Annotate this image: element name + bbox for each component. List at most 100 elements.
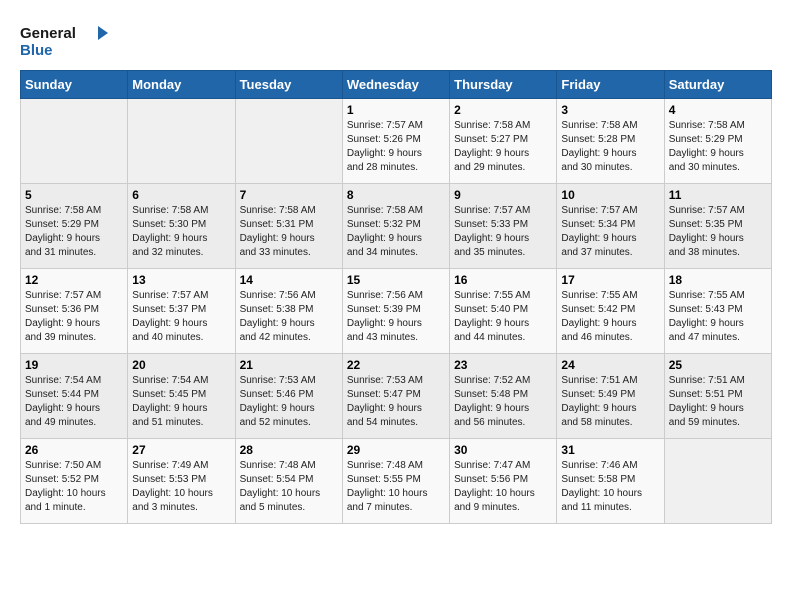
day-number: 6 <box>132 188 230 202</box>
day-number: 23 <box>454 358 552 372</box>
day-number: 12 <box>25 273 123 287</box>
day-cell <box>21 99 128 184</box>
day-cell <box>128 99 235 184</box>
day-cell: 6 Sunrise: 7:58 AMSunset: 5:30 PMDaylight… <box>128 184 235 269</box>
day-info: Sunrise: 7:58 AMSunset: 5:30 PMDaylight:… <box>132 204 230 260</box>
day-number: 17 <box>561 273 659 287</box>
day-number: 16 <box>454 273 552 287</box>
day-cell <box>664 439 771 524</box>
day-cell: 17 Sunrise: 7:55 AMSunset: 5:42 PMDayligh… <box>557 269 664 354</box>
day-number: 24 <box>561 358 659 372</box>
day-number: 31 <box>561 443 659 457</box>
day-number: 26 <box>25 443 123 457</box>
day-cell: 30 Sunrise: 7:47 AMSunset: 5:56 PMDayligh… <box>450 439 557 524</box>
day-info: Sunrise: 7:54 AMSunset: 5:45 PMDaylight:… <box>132 374 230 430</box>
day-info: Sunrise: 7:53 AMSunset: 5:47 PMDaylight:… <box>347 374 445 430</box>
day-cell: 3 Sunrise: 7:58 AMSunset: 5:28 PMDaylight… <box>557 99 664 184</box>
page-header: General Blue <box>20 20 772 60</box>
day-cell: 26 Sunrise: 7:50 AMSunset: 5:52 PMDayligh… <box>21 439 128 524</box>
weekday-header-saturday: Saturday <box>664 71 771 99</box>
day-cell: 7 Sunrise: 7:58 AMSunset: 5:31 PMDaylight… <box>235 184 342 269</box>
day-info: Sunrise: 7:57 AMSunset: 5:26 PMDaylight:… <box>347 119 445 175</box>
day-number: 7 <box>240 188 338 202</box>
day-number: 10 <box>561 188 659 202</box>
logo-svg: General Blue <box>20 20 110 60</box>
day-cell: 8 Sunrise: 7:58 AMSunset: 5:32 PMDaylight… <box>342 184 449 269</box>
day-cell: 18Sunrise: 7:55 AMSunset: 5:43 PMDayligh… <box>664 269 771 354</box>
day-info: Sunrise: 7:57 AMSunset: 5:35 PMDaylight:… <box>669 204 767 260</box>
day-cell: 16Sunrise: 7:55 AMSunset: 5:40 PMDayligh… <box>450 269 557 354</box>
day-number: 30 <box>454 443 552 457</box>
week-row-3: 12 Sunrise: 7:57 AMSunset: 5:36 PMDayligh… <box>21 269 772 354</box>
day-info: Sunrise: 7:53 AMSunset: 5:46 PMDaylight:… <box>240 374 338 430</box>
weekday-header-row: SundayMondayTuesdayWednesdayThursdayFrid… <box>21 71 772 99</box>
day-cell: 13 Sunrise: 7:57 AMSunset: 5:37 PMDayligh… <box>128 269 235 354</box>
week-row-1: 1 Sunrise: 7:57 AMSunset: 5:26 PMDaylight… <box>21 99 772 184</box>
svg-text:Blue: Blue <box>20 42 53 59</box>
day-info: Sunrise: 7:58 AMSunset: 5:29 PMDaylight:… <box>669 119 767 175</box>
day-info: Sunrise: 7:57 AMSunset: 5:34 PMDaylight:… <box>561 204 659 260</box>
day-number: 14 <box>240 273 338 287</box>
day-number: 11 <box>669 188 767 202</box>
day-cell: 25Sunrise: 7:51 AMSunset: 5:51 PMDayligh… <box>664 354 771 439</box>
day-info: Sunrise: 7:58 AMSunset: 5:28 PMDaylight:… <box>561 119 659 175</box>
day-info: Sunrise: 7:58 AMSunset: 5:32 PMDaylight:… <box>347 204 445 260</box>
day-number: 18 <box>669 273 767 287</box>
day-cell: 29 Sunrise: 7:48 AMSunset: 5:55 PMDayligh… <box>342 439 449 524</box>
day-number: 3 <box>561 103 659 117</box>
day-cell: 12 Sunrise: 7:57 AMSunset: 5:36 PMDayligh… <box>21 269 128 354</box>
day-info: Sunrise: 7:48 AMSunset: 5:55 PMDaylight:… <box>347 459 445 515</box>
weekday-header-monday: Monday <box>128 71 235 99</box>
day-cell: 11 Sunrise: 7:57 AMSunset: 5:35 PMDayligh… <box>664 184 771 269</box>
day-cell: 2 Sunrise: 7:58 AMSunset: 5:27 PMDaylight… <box>450 99 557 184</box>
day-cell: 21 Sunrise: 7:53 AMSunset: 5:46 PMDayligh… <box>235 354 342 439</box>
week-row-4: 19Sunrise: 7:54 AMSunset: 5:44 PMDayligh… <box>21 354 772 439</box>
day-cell: 19Sunrise: 7:54 AMSunset: 5:44 PMDayligh… <box>21 354 128 439</box>
day-cell: 15Sunrise: 7:56 AMSunset: 5:39 PMDayligh… <box>342 269 449 354</box>
weekday-header-tuesday: Tuesday <box>235 71 342 99</box>
day-number: 20 <box>132 358 230 372</box>
logo-text: General Blue <box>20 20 110 60</box>
day-number: 22 <box>347 358 445 372</box>
day-number: 28 <box>240 443 338 457</box>
day-cell: 1 Sunrise: 7:57 AMSunset: 5:26 PMDaylight… <box>342 99 449 184</box>
day-number: 5 <box>25 188 123 202</box>
day-info: Sunrise: 7:56 AMSunset: 5:39 PMDaylight:… <box>347 289 445 345</box>
week-row-5: 26 Sunrise: 7:50 AMSunset: 5:52 PMDayligh… <box>21 439 772 524</box>
week-row-2: 5 Sunrise: 7:58 AMSunset: 5:29 PMDaylight… <box>21 184 772 269</box>
day-info: Sunrise: 7:57 AMSunset: 5:33 PMDaylight:… <box>454 204 552 260</box>
day-info: Sunrise: 7:51 AMSunset: 5:49 PMDaylight:… <box>561 374 659 430</box>
day-number: 2 <box>454 103 552 117</box>
weekday-header-friday: Friday <box>557 71 664 99</box>
day-cell: 27Sunrise: 7:49 AMSunset: 5:53 PMDayligh… <box>128 439 235 524</box>
day-cell: 28 Sunrise: 7:48 AMSunset: 5:54 PMDayligh… <box>235 439 342 524</box>
day-info: Sunrise: 7:58 AMSunset: 5:27 PMDaylight:… <box>454 119 552 175</box>
day-info: Sunrise: 7:55 AMSunset: 5:42 PMDaylight:… <box>561 289 659 345</box>
day-number: 19 <box>25 358 123 372</box>
logo: General Blue <box>20 20 110 60</box>
day-cell: 14Sunrise: 7:56 AMSunset: 5:38 PMDayligh… <box>235 269 342 354</box>
day-info: Sunrise: 7:47 AMSunset: 5:56 PMDaylight:… <box>454 459 552 515</box>
weekday-header-thursday: Thursday <box>450 71 557 99</box>
day-cell: 22 Sunrise: 7:53 AMSunset: 5:47 PMDayligh… <box>342 354 449 439</box>
day-number: 29 <box>347 443 445 457</box>
day-number: 13 <box>132 273 230 287</box>
day-cell: 4Sunrise: 7:58 AMSunset: 5:29 PMDaylight… <box>664 99 771 184</box>
day-number: 27 <box>132 443 230 457</box>
day-info: Sunrise: 7:58 AMSunset: 5:29 PMDaylight:… <box>25 204 123 260</box>
day-info: Sunrise: 7:57 AMSunset: 5:37 PMDaylight:… <box>132 289 230 345</box>
day-cell: 31Sunrise: 7:46 AMSunset: 5:58 PMDayligh… <box>557 439 664 524</box>
calendar-table: SundayMondayTuesdayWednesdayThursdayFrid… <box>20 70 772 524</box>
day-info: Sunrise: 7:57 AMSunset: 5:36 PMDaylight:… <box>25 289 123 345</box>
day-number: 1 <box>347 103 445 117</box>
day-number: 21 <box>240 358 338 372</box>
day-number: 8 <box>347 188 445 202</box>
day-info: Sunrise: 7:51 AMSunset: 5:51 PMDaylight:… <box>669 374 767 430</box>
day-info: Sunrise: 7:58 AMSunset: 5:31 PMDaylight:… <box>240 204 338 260</box>
day-info: Sunrise: 7:48 AMSunset: 5:54 PMDaylight:… <box>240 459 338 515</box>
day-info: Sunrise: 7:52 AMSunset: 5:48 PMDaylight:… <box>454 374 552 430</box>
day-cell: 20 Sunrise: 7:54 AMSunset: 5:45 PMDayligh… <box>128 354 235 439</box>
day-cell: 9Sunrise: 7:57 AMSunset: 5:33 PMDaylight… <box>450 184 557 269</box>
svg-text:General: General <box>20 25 76 42</box>
day-info: Sunrise: 7:50 AMSunset: 5:52 PMDaylight:… <box>25 459 123 515</box>
